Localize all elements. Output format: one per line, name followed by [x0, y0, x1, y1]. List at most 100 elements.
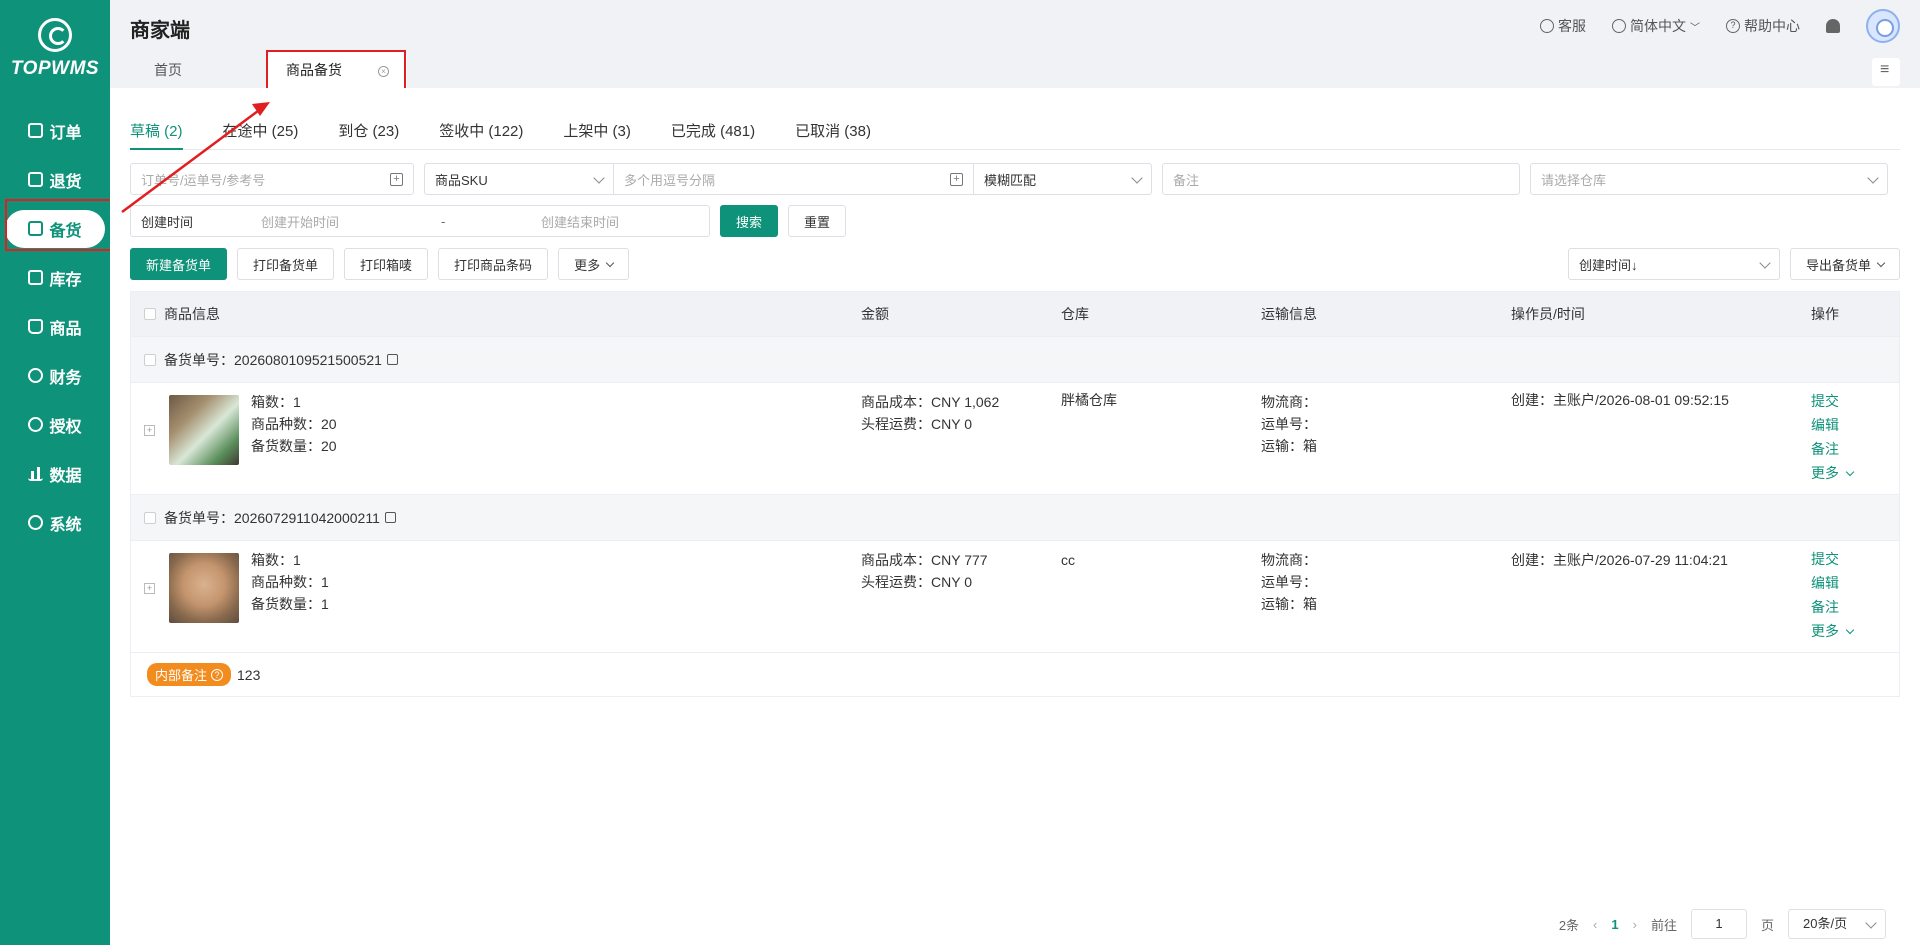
status-tab-receiving[interactable]: 签收中 (122): [439, 120, 523, 150]
notification-button[interactable]: [1826, 19, 1840, 33]
tabs-menu-button[interactable]: [1872, 58, 1900, 86]
avatar[interactable]: [1866, 9, 1900, 43]
copy-icon[interactable]: [384, 511, 396, 523]
table-row: + 箱数：1 商品种数：1 备货数量：1 商品成本：CNY 777 头程运费：C…: [131, 540, 1899, 652]
warehouse-cell: cc: [1061, 552, 1075, 568]
expand-icon[interactable]: +: [144, 583, 155, 594]
expand-icon[interactable]: +: [144, 425, 155, 436]
page-size-select[interactable]: 20条/页: [1788, 909, 1886, 939]
remark-link[interactable]: 备注: [1811, 437, 1853, 461]
sidebar-item-data[interactable]: 数据: [0, 449, 110, 498]
page-jump-input[interactable]: 1: [1690, 909, 1747, 939]
edit-link[interactable]: 编辑: [1811, 571, 1853, 595]
export-button[interactable]: 导出备货单: [1789, 248, 1900, 280]
date-type-label[interactable]: 创建时间: [131, 212, 261, 231]
product-thumbnail: [169, 553, 239, 623]
col-amount: 金额: [861, 306, 889, 322]
order-number: 备货单号：2026072911042000211: [164, 508, 396, 528]
status-tab-completed[interactable]: 已完成 (481): [671, 120, 755, 150]
print-box-label-button[interactable]: 打印箱唛: [344, 248, 429, 280]
date-end-input[interactable]: 创建结束时间: [541, 212, 619, 231]
prev-page-icon[interactable]: ‹: [1593, 917, 1597, 932]
table-header: 商品信息 金额 仓库 运输信息 操作员/时间 操作: [131, 292, 1899, 336]
help-icon[interactable]: ?: [211, 668, 224, 681]
carrier: 物流商：: [1261, 394, 1317, 410]
language-select[interactable]: 简体中文 ﹀: [1612, 16, 1700, 36]
help-center-label: 帮助中心: [1744, 18, 1800, 34]
status-tab-in-transit[interactable]: 在途中 (25): [223, 120, 299, 150]
batch-input-icon[interactable]: +: [950, 173, 963, 186]
product-cost: 商品成本：CNY 777: [861, 552, 988, 568]
operator-time-cell: 创建：主账户/2026-07-29 11:04:21: [1511, 552, 1728, 568]
status-tabs: 草稿 (2) 在途中 (25) 到仓 (23) 签收中 (122) 上架中 (3…: [130, 120, 1900, 150]
table-row: + 箱数：1 商品种数：20 备货数量：20 商品成本：CNY 1,062 头程…: [131, 382, 1899, 494]
current-page[interactable]: 1: [1611, 917, 1618, 932]
sidebar-item-inventory[interactable]: 库存: [0, 253, 110, 302]
copy-icon[interactable]: [386, 353, 398, 365]
customer-service-label: 客服: [1558, 18, 1586, 34]
chevron-down-icon: [1865, 917, 1877, 929]
search-button[interactable]: 搜索: [720, 205, 779, 237]
export-label: 导出备货单: [1805, 257, 1871, 273]
date-range-picker[interactable]: 创建时间 创建开始时间 - 创建结束时间: [130, 205, 710, 237]
sidebar-item-product[interactable]: 商品: [0, 302, 110, 351]
next-page-icon[interactable]: ›: [1633, 917, 1637, 932]
product-kinds: 商品种数：1: [251, 574, 329, 590]
more-actions-button[interactable]: 更多: [558, 248, 630, 280]
more-link[interactable]: 更多: [1811, 619, 1855, 643]
order-search-input[interactable]: 订单号/运单号/参考号 +: [130, 163, 414, 195]
submit-link[interactable]: 提交: [1811, 389, 1853, 413]
remark-input[interactable]: 备注: [1162, 163, 1520, 195]
customer-service-link[interactable]: 客服: [1540, 16, 1586, 36]
col-warehouse: 仓库: [1061, 306, 1089, 322]
sidebar-item-label: 商品: [49, 320, 82, 338]
row-actions: 提交 编辑 备注 更多: [1811, 389, 1855, 485]
status-tab-draft[interactable]: 草稿 (2): [130, 120, 183, 150]
sku-input[interactable]: 多个用逗号分隔 +: [614, 163, 974, 195]
tab-home[interactable]: 首页: [136, 52, 200, 88]
warehouse-select[interactable]: 请选择仓库: [1530, 163, 1888, 195]
print-order-button[interactable]: 打印备货单: [237, 248, 335, 280]
product-icon: [28, 319, 44, 334]
sidebar-item-system[interactable]: 系统: [0, 498, 110, 547]
sku-field-select[interactable]: 商品SKU: [424, 163, 614, 195]
reset-button[interactable]: 重置: [788, 205, 847, 237]
status-tab-shelving[interactable]: 上架中 (3): [563, 120, 631, 150]
remark-link[interactable]: 备注: [1811, 595, 1853, 619]
col-shipping: 运输信息: [1261, 306, 1317, 322]
help-center-link[interactable]: ? 帮助中心: [1726, 16, 1800, 36]
order-icon: [28, 123, 44, 138]
new-stock-order-button[interactable]: 新建备货单: [130, 248, 228, 280]
stock-qty: 备货数量：20: [251, 438, 337, 454]
sidebar-item-auth[interactable]: 授权: [0, 400, 110, 449]
order-number: 备货单号：2026080109521500521: [164, 350, 398, 370]
more-link[interactable]: 更多: [1811, 461, 1855, 485]
submit-link[interactable]: 提交: [1811, 547, 1853, 571]
sidebar-item-return[interactable]: 退货: [0, 155, 110, 204]
tracking-no: 运单号：: [1261, 574, 1317, 590]
order-number-value: 2026080109521500521: [234, 351, 382, 368]
edit-link[interactable]: 编辑: [1811, 413, 1853, 437]
sort-select[interactable]: 创建时间↓: [1567, 248, 1780, 280]
batch-input-icon[interactable]: +: [390, 173, 403, 186]
filter-row-2: 创建时间 创建开始时间 - 创建结束时间 搜索 重置: [130, 205, 1900, 237]
order-checkbox[interactable]: [144, 511, 156, 524]
select-all-checkbox[interactable]: [144, 308, 156, 320]
print-barcode-button[interactable]: 打印商品条码: [438, 248, 549, 280]
status-tab-arrived[interactable]: 到仓 (23): [338, 120, 399, 150]
date-start-input[interactable]: 创建开始时间: [261, 212, 441, 231]
order-checkbox[interactable]: [144, 353, 156, 366]
date-separator: -: [441, 213, 446, 229]
box-count: 箱数：1: [251, 394, 301, 410]
col-actions: 操作: [1811, 306, 1839, 322]
internal-note-value: 123: [237, 666, 261, 683]
sidebar-item-order[interactable]: 订单: [0, 106, 110, 155]
match-mode-select[interactable]: 模糊匹配: [974, 163, 1152, 195]
warehouse-placeholder: 请选择仓库: [1541, 172, 1607, 188]
status-tab-cancelled[interactable]: 已取消 (38): [795, 120, 871, 150]
header-actions: 客服 简体中文 ﹀ ? 帮助中心: [1540, 0, 1900, 52]
internal-note-badge: 内部备注?: [147, 663, 232, 686]
product-thumbnail: [169, 395, 239, 465]
product-summary: 箱数：1 商品种数：1 备货数量：1: [251, 549, 329, 615]
sidebar-item-finance[interactable]: 财务: [0, 351, 110, 400]
